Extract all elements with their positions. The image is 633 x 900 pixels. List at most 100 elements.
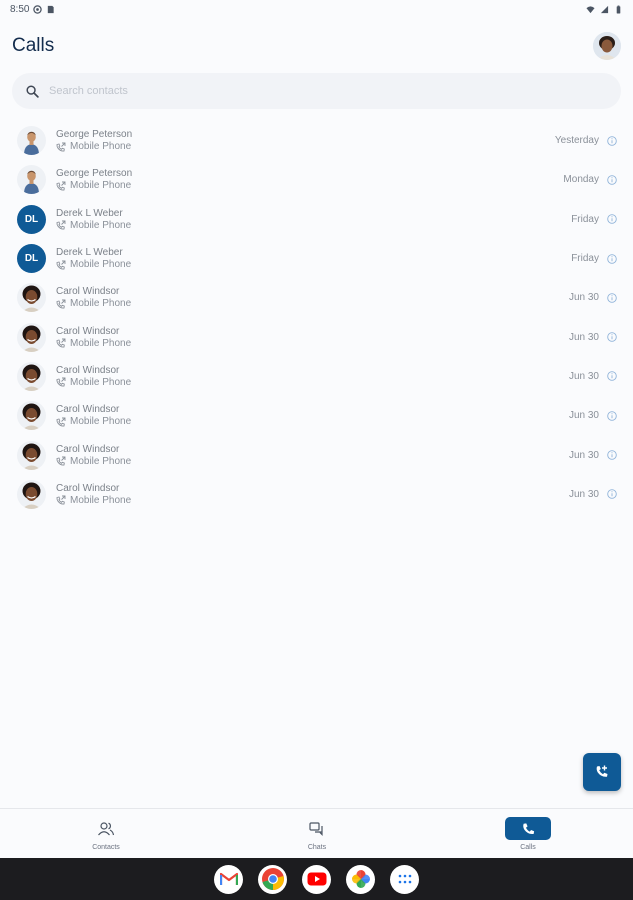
call-time: Yesterday <box>554 135 599 147</box>
call-type-label: Mobile Phone <box>70 141 132 153</box>
new-call-button[interactable] <box>583 753 621 791</box>
contact-avatar: DL <box>17 244 46 274</box>
carol-photo-icon <box>17 401 46 431</box>
george-photo-icon <box>17 126 46 156</box>
call-details: George Peterson Mobile Phone <box>56 168 563 191</box>
youtube-app[interactable] <box>302 864 331 894</box>
info-icon[interactable] <box>607 450 617 460</box>
info-icon[interactable] <box>607 489 617 500</box>
info-icon[interactable] <box>607 214 617 224</box>
contact-avatar <box>17 322 46 352</box>
call-row[interactable]: DL Derek L Weber Mobile Phone Friday <box>0 239 633 278</box>
call-details: Derek L Weber Mobile Phone <box>56 247 571 270</box>
call-type: Mobile Phone <box>56 338 569 349</box>
chrome-icon <box>261 868 284 890</box>
call-time: Friday <box>571 253 599 265</box>
nav-chats[interactable]: Chats <box>277 817 357 851</box>
call-row[interactable]: Carol Windsor Mobile Phone Jun 30 <box>0 396 633 435</box>
call-details: Carol Windsor Mobile Phone <box>56 365 569 388</box>
call-type: Mobile Phone <box>56 298 569 309</box>
contact-name: Carol Windsor <box>56 325 120 337</box>
call-details: Carol Windsor Mobile Phone <box>56 483 569 506</box>
call-type: Mobile Phone <box>56 416 569 427</box>
contact-name: Carol Windsor <box>56 404 120 416</box>
search-input[interactable] <box>49 85 621 97</box>
call-type-label: Mobile Phone <box>70 259 132 271</box>
chrome-app[interactable] <box>258 864 287 894</box>
contact-name: George Peterson <box>56 129 133 141</box>
gmail-app[interactable] <box>214 864 243 894</box>
call-row[interactable]: Carol Windsor Mobile Phone Jun 30 <box>0 435 633 474</box>
contact-name: Carol Windsor <box>56 443 120 455</box>
photos-app[interactable] <box>346 864 375 894</box>
contact-name: Carol Windsor <box>56 482 120 494</box>
info-icon[interactable] <box>607 371 617 382</box>
app-drawer[interactable] <box>390 864 419 894</box>
call-type: Mobile Phone <box>56 141 555 152</box>
call-row[interactable]: George Peterson Mobile Phone Monday <box>0 160 633 199</box>
info-icon[interactable] <box>607 135 617 146</box>
nav-calls-label: Calls <box>520 844 536 851</box>
call-details: Carol Windsor Mobile Phone <box>56 326 569 349</box>
call-type: Mobile Phone <box>56 456 569 467</box>
call-details: Derek L Weber Mobile Phone <box>56 208 571 231</box>
call-time: Jun 30 <box>568 410 599 422</box>
nav-chats-pill <box>294 817 340 840</box>
info-icon[interactable] <box>607 410 617 421</box>
call-details: Carol Windsor Mobile Phone <box>56 286 569 309</box>
sync-icon <box>33 4 43 14</box>
call-time: Jun 30 <box>568 331 599 343</box>
nav-contacts[interactable]: Contacts <box>66 817 146 851</box>
outgoing-call-icon <box>56 299 66 309</box>
call-time: Jun 30 <box>568 292 599 304</box>
search-bar[interactable] <box>12 73 621 109</box>
call-row[interactable]: George Peterson Mobile Phone Yesterday <box>0 121 633 160</box>
info-icon[interactable] <box>607 332 617 342</box>
call-row[interactable]: Carol Windsor Mobile Phone Jun 30 <box>0 475 633 514</box>
contact-avatar <box>17 440 46 470</box>
call-row[interactable]: Carol Windsor Mobile Phone Jun 30 <box>0 357 633 396</box>
outgoing-call-icon <box>56 495 66 505</box>
contact-avatar <box>17 361 46 391</box>
call-row[interactable]: Carol Windsor Mobile Phone Jun 30 <box>0 278 633 317</box>
status-bar: 8:50 <box>0 0 633 18</box>
call-time: Jun 30 <box>568 488 599 500</box>
status-right <box>586 5 623 14</box>
contact-avatar: DL <box>17 204 46 234</box>
contact-name: Derek L Weber <box>56 207 123 219</box>
call-row[interactable]: DL Derek L Weber Mobile Phone Friday <box>0 200 633 239</box>
app-header: Calls <box>12 30 621 62</box>
nav-calls[interactable]: Calls <box>488 817 568 851</box>
info-icon[interactable] <box>607 175 617 185</box>
info-icon[interactable] <box>607 253 617 264</box>
profile-avatar[interactable] <box>593 32 621 60</box>
call-type-label: Mobile Phone <box>70 180 132 192</box>
call-type: Mobile Phone <box>56 495 569 506</box>
info-icon[interactable] <box>607 293 617 303</box>
contacts-icon <box>98 821 115 835</box>
outgoing-call-icon <box>56 181 66 191</box>
call-row[interactable]: Carol Windsor Mobile Phone Jun 30 <box>0 317 633 356</box>
youtube-icon <box>307 872 326 886</box>
phone-icon <box>523 822 535 834</box>
contact-avatar <box>17 479 46 509</box>
app-drawer-icon <box>398 874 411 884</box>
carol-photo-icon <box>17 361 46 391</box>
contact-avatar <box>17 126 46 156</box>
call-type-label: Mobile Phone <box>70 298 132 310</box>
carol-photo-icon <box>17 479 46 509</box>
outgoing-call-icon <box>56 456 66 466</box>
call-type-label: Mobile Phone <box>70 376 132 388</box>
contact-name: George Peterson <box>56 168 133 180</box>
call-time: Monday <box>563 174 599 186</box>
george-photo-icon <box>17 165 46 195</box>
wifi-icon <box>586 5 595 13</box>
call-type-label: Mobile Phone <box>70 494 132 506</box>
call-time: Jun 30 <box>568 449 599 461</box>
user-photo-icon <box>593 32 621 60</box>
contact-name: Carol Windsor <box>56 364 120 376</box>
nav-contacts-label: Contacts <box>92 844 120 851</box>
call-details: George Peterson Mobile Phone <box>56 129 555 152</box>
contact-avatar <box>17 283 46 313</box>
carol-photo-icon <box>17 283 46 313</box>
